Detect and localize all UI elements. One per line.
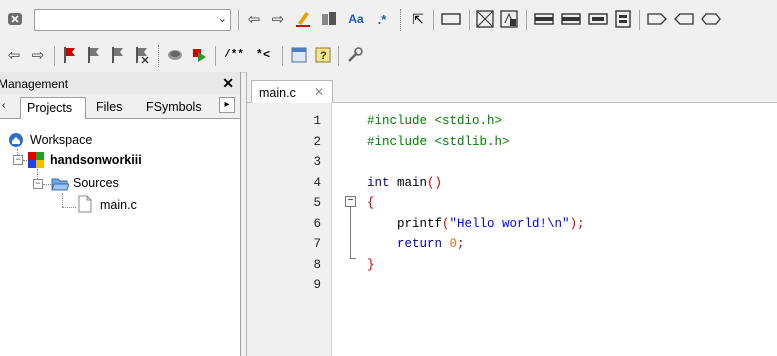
- code-token: "Hello world!\n": [449, 216, 570, 231]
- project-node[interactable]: handsonworkiii: [50, 153, 142, 167]
- select-arrow-icon[interactable]: ⇱: [410, 10, 426, 28]
- code-token: #include <stdlib.h>: [367, 134, 510, 149]
- arrow-left-icon[interactable]: ⇦: [6, 47, 22, 63]
- code-token: 0: [449, 237, 458, 251]
- code-token: return: [367, 237, 443, 251]
- editor-tab-label: main.c: [259, 86, 296, 100]
- line-number: 8: [313, 257, 321, 272]
- tab-projects[interactable]: Projects: [20, 97, 86, 119]
- window-icon[interactable]: [290, 46, 308, 64]
- file-node[interactable]: main.c: [100, 198, 137, 212]
- compile-icon[interactable]: [166, 46, 184, 64]
- code-token: (: [442, 216, 450, 231]
- block-type4-icon[interactable]: [614, 10, 632, 28]
- line-number: 1: [313, 114, 321, 128]
- project-icon: [28, 152, 44, 171]
- code-line: }: [367, 258, 375, 272]
- editor-pane: main.c ✕ 1 2 3 4 5 6 7 8 9 − #include <stdio.h> #…: [246, 72, 777, 356]
- code-token: (): [427, 175, 443, 190]
- tab-fsymbols[interactable]: FSymbols: [146, 97, 216, 117]
- rectangle-icon[interactable]: [440, 11, 462, 27]
- code-line: #include <stdlib.h>: [367, 135, 510, 149]
- block-type1-icon[interactable]: [533, 11, 555, 27]
- workspace-node[interactable]: Workspace: [30, 133, 92, 147]
- project-collapse-toggle[interactable]: −: [13, 155, 23, 165]
- line-number-gutter: 1 2 3 4 5 6 7 8 9: [247, 103, 331, 356]
- uncomment-icon[interactable]: *<: [252, 46, 274, 64]
- bookmark-toggle-icon[interactable]: [60, 46, 78, 64]
- code-line: #include <stdio.h>: [367, 114, 502, 128]
- code-token: #include <stdio.h>: [367, 114, 503, 128]
- code-token: }: [367, 257, 375, 272]
- arrow-left-icon[interactable]: ⇦: [246, 11, 262, 27]
- editor-tabbar: main.c ✕: [247, 72, 777, 103]
- code-token: int: [367, 175, 390, 190]
- loop-block-icon[interactable]: [500, 10, 518, 28]
- workspace-icon: [8, 132, 24, 151]
- replace-icon[interactable]: [320, 10, 338, 28]
- line-number: 6: [313, 216, 321, 231]
- folder-collapse-toggle[interactable]: −: [33, 179, 43, 189]
- connector-left-icon[interactable]: [673, 11, 695, 27]
- highlight-pen-icon[interactable]: [294, 9, 312, 29]
- close-icon[interactable]: ✕: [222, 75, 234, 92]
- code-token: {: [367, 196, 375, 210]
- line-number: 3: [313, 155, 321, 169]
- block-type2-icon[interactable]: [560, 11, 582, 27]
- block-type3-icon[interactable]: [587, 11, 609, 27]
- tab-files[interactable]: Files: [96, 97, 136, 117]
- arrow-right-icon[interactable]: ⇨: [270, 11, 286, 27]
- comment-block-icon[interactable]: /**: [222, 46, 246, 64]
- bookmark-prev-icon[interactable]: [84, 46, 102, 64]
- bookmark-next-icon[interactable]: [108, 46, 126, 64]
- match-case-icon[interactable]: Aa: [346, 10, 366, 28]
- line-number: 7: [313, 237, 321, 251]
- line-number: 2: [313, 134, 321, 149]
- code-token: ;: [457, 237, 465, 251]
- panel-title: Management: [0, 77, 69, 91]
- management-panel: Management ✕ ‹ Projects Files FSymbols ▸…: [0, 72, 241, 356]
- tab-scroll-right[interactable]: ▸: [219, 97, 235, 113]
- code-token: printf: [367, 216, 443, 231]
- code-line: return 0;: [367, 237, 465, 251]
- line-number: 5: [313, 196, 321, 210]
- code-line: printf("Hello world!\n");: [367, 217, 585, 231]
- code-token: );: [569, 216, 585, 231]
- help-icon[interactable]: ?: [314, 46, 332, 64]
- folder-open-icon: [51, 176, 70, 195]
- main-toolbar: ⌄ ⇦ ⇨ Aa .* ⇱: [0, 0, 777, 39]
- clear-icon: [8, 13, 22, 25]
- fold-toggle[interactable]: −: [345, 196, 356, 207]
- file-icon: [78, 195, 92, 216]
- code-token: main: [389, 175, 428, 190]
- search-combobox[interactable]: ⌄: [34, 9, 231, 31]
- line-number: 9: [313, 278, 321, 292]
- panel-titlebar: Management ✕: [0, 72, 240, 95]
- connector-right-icon[interactable]: [646, 11, 668, 27]
- svg-text:?: ?: [320, 50, 327, 62]
- chevron-down-icon[interactable]: ⌄: [218, 12, 227, 25]
- secondary-toolbar: ⇦ ⇨ /** *< ?: [0, 38, 777, 73]
- panel-tabs: ‹ Projects Files FSymbols ▸: [0, 94, 240, 119]
- fold-margin: −: [331, 103, 368, 356]
- wrench-icon[interactable]: [346, 46, 364, 64]
- tab-scroll-left[interactable]: ‹: [2, 100, 5, 111]
- code-line: {: [367, 196, 375, 210]
- line-number: 4: [313, 175, 321, 190]
- run-icon[interactable]: [190, 46, 208, 64]
- regex-icon[interactable]: .*: [373, 10, 391, 28]
- editor-tab-main-c[interactable]: main.c ✕: [251, 80, 333, 103]
- code-line: int main(): [367, 176, 442, 190]
- clear-button[interactable]: [6, 10, 24, 28]
- bookmark-clear-icon[interactable]: [132, 46, 150, 64]
- arrow-right-icon[interactable]: ⇨: [30, 47, 46, 63]
- decision-block-icon[interactable]: [476, 10, 494, 28]
- connector-both-icon[interactable]: [700, 11, 722, 27]
- close-icon[interactable]: ✕: [314, 85, 324, 99]
- folder-node[interactable]: Sources: [73, 176, 119, 190]
